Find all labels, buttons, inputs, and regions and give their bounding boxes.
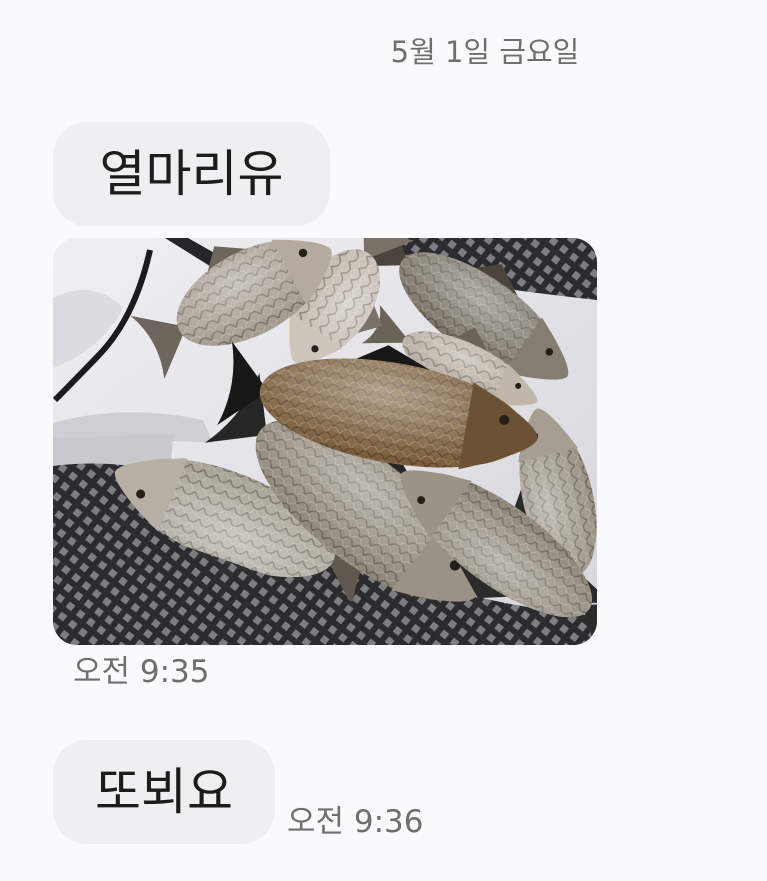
message-bubble[interactable]: 열마리유 <box>53 122 330 226</box>
message-timestamp: 오전 9:36 <box>287 804 424 840</box>
message-timestamp: 오전 9:35 <box>73 654 210 690</box>
message-text: 또뵈요 <box>95 763 233 821</box>
photo-attachment[interactable] <box>53 238 597 645</box>
message-text: 열마리유 <box>99 145 284 203</box>
date-header: 5월 1일 금요일 <box>390 35 580 69</box>
message-bubble[interactable]: 또뵈요 <box>53 740 275 844</box>
photo-image <box>53 238 597 645</box>
